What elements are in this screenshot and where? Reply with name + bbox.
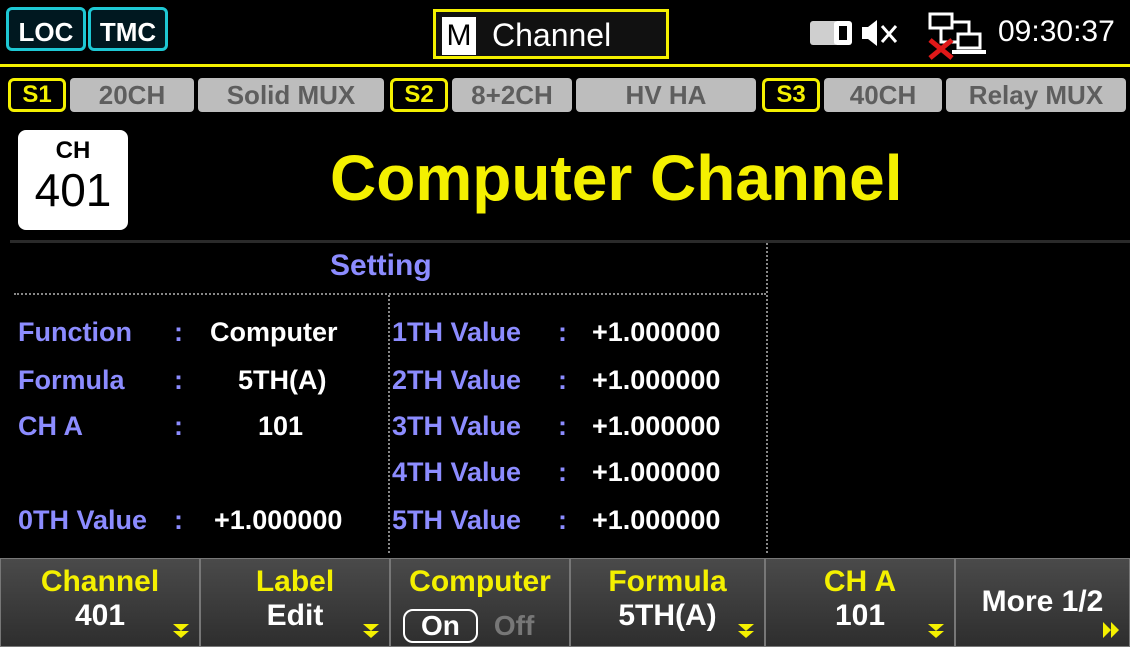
- separator: :: [174, 365, 183, 395]
- 1th-value: +1.000000: [592, 317, 721, 347]
- setting-panel: Setting Function : Computer Formula : 5T…: [10, 240, 1130, 555]
- separator: :: [558, 317, 567, 347]
- slot-s3-channels: 40CH: [824, 78, 942, 112]
- softkey-title: Computer: [409, 565, 551, 598]
- slot-row: S1 20CH Solid MUX S2 8+2CH HV HA S3 40CH…: [0, 64, 1130, 114]
- setting-heading: Setting: [330, 249, 432, 282]
- slot-id-s1: S1: [8, 78, 66, 112]
- drive-icon: [810, 21, 852, 45]
- cha-label: CH A: [18, 411, 83, 441]
- separator: :: [174, 411, 183, 441]
- 1th-value-label: 1TH Value: [392, 317, 522, 347]
- ch-label: CH: [55, 137, 91, 164]
- tmc-indicator: TMC: [88, 7, 168, 51]
- chevron-down-icon: [173, 624, 189, 638]
- separator: :: [174, 317, 183, 347]
- softkey-label: More 1/2: [981, 585, 1104, 618]
- mode-indicator: M Channel: [433, 9, 669, 59]
- status-bar: LOC TMC M Channel 09:30:37: [0, 0, 1130, 64]
- channel-softkey[interactable]: Channel 401: [0, 558, 200, 647]
- 2th-value: +1.000000: [592, 365, 721, 395]
- 5th-value: +1.000000: [592, 505, 721, 535]
- channel-number-box: CH 401: [18, 130, 128, 230]
- separator: :: [558, 505, 567, 535]
- formula-softkey[interactable]: Formula 5TH(A): [570, 558, 765, 647]
- 4th-value-label: 4TH Value: [392, 457, 522, 487]
- mute-icon: [862, 20, 898, 46]
- formula-label: Formula: [18, 365, 125, 395]
- slot-s2-channels: 8+2CH: [452, 78, 572, 112]
- separator: :: [558, 365, 567, 395]
- more-softkey[interactable]: More 1/2: [955, 558, 1130, 647]
- function-value: Computer: [210, 317, 338, 347]
- divider: [766, 243, 768, 553]
- function-label: Function: [18, 317, 132, 347]
- mode-letter: M: [442, 17, 476, 55]
- computer-toggle-softkey[interactable]: Computer On Off: [390, 558, 570, 647]
- chevron-down-icon: [738, 624, 754, 638]
- 0th-value-label: 0TH Value: [18, 505, 148, 535]
- ch-number: 401: [34, 164, 112, 216]
- network-disconnected-icon: [928, 12, 986, 60]
- softkey-title: Channel: [40, 565, 160, 598]
- on-off-toggle[interactable]: On Off: [403, 609, 534, 643]
- slot-s1-type: Solid MUX: [198, 78, 384, 112]
- separator: :: [558, 411, 567, 441]
- 3th-value: +1.000000: [592, 411, 721, 441]
- 0th-value: +1.000000: [214, 505, 343, 535]
- formula-value: 5TH(A): [238, 365, 327, 395]
- channel-header: CH 401 Computer Channel: [10, 120, 1130, 238]
- slot-s2-type: HV HA: [576, 78, 756, 112]
- divider: [14, 293, 766, 295]
- softkey-title: Formula: [608, 565, 727, 598]
- slot-s1-channels: 20CH: [70, 78, 194, 112]
- slot-s3-type: Relay MUX: [946, 78, 1126, 112]
- clock: 09:30:37: [998, 15, 1115, 48]
- 2th-value-label: 2TH Value: [392, 365, 522, 395]
- chevron-right-icon: [1103, 622, 1119, 638]
- slot-id-s2: S2: [390, 78, 448, 112]
- 3th-value-label: 3TH Value: [392, 411, 522, 441]
- divider: [388, 295, 390, 553]
- on-option[interactable]: On: [403, 609, 478, 643]
- separator: :: [174, 505, 183, 535]
- cha-value: 101: [258, 411, 304, 441]
- label-edit-softkey[interactable]: Label Edit: [200, 558, 390, 647]
- 5th-value-label: 5TH Value: [392, 505, 522, 535]
- softkey-title: CH A: [823, 565, 897, 598]
- softkey-title: Label: [255, 565, 335, 598]
- cha-softkey[interactable]: CH A 101: [765, 558, 955, 647]
- separator: :: [558, 457, 567, 487]
- chevron-down-icon: [928, 624, 944, 638]
- mode-title: Channel: [492, 17, 612, 53]
- page-title: Computer Channel: [330, 142, 903, 214]
- loc-indicator: LOC: [6, 7, 86, 51]
- slot-id-s3: S3: [762, 78, 820, 112]
- off-option[interactable]: Off: [494, 610, 534, 642]
- softkey-bar: Channel 401 Label Edit Computer On Off Fo…: [0, 556, 1130, 647]
- chevron-down-icon: [363, 624, 379, 638]
- softkey-value: 401: [74, 599, 126, 632]
- 4th-value: +1.000000: [592, 457, 721, 487]
